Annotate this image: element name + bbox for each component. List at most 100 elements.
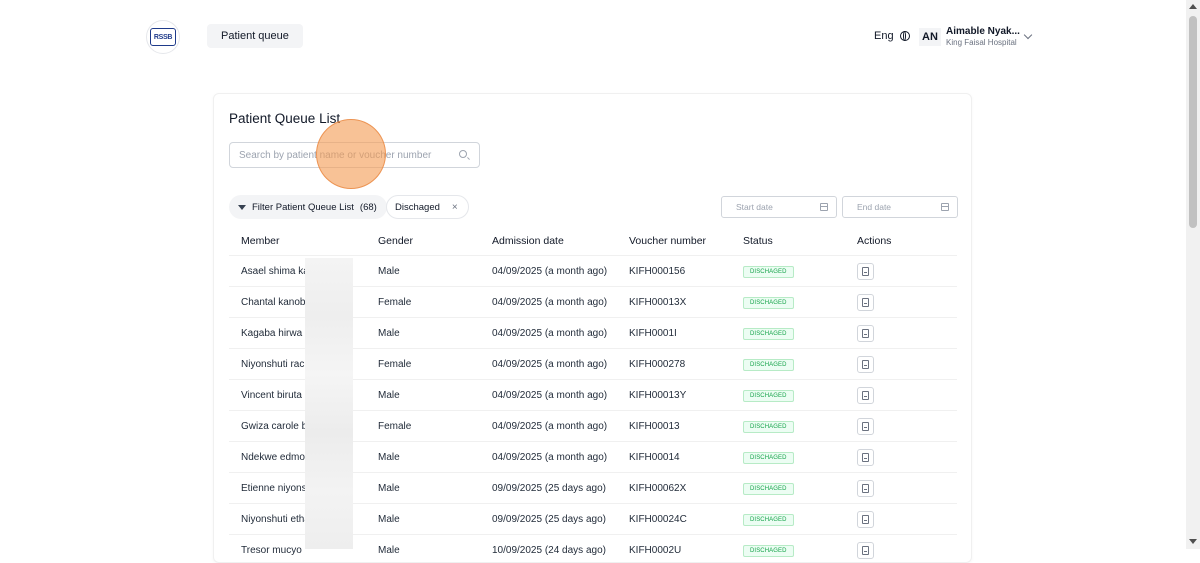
end-date-placeholder: End date [857,202,892,212]
chevron-down-icon[interactable] [1023,30,1033,40]
document-icon [862,545,869,555]
gender: Male [378,327,400,339]
scrollbar-thumb[interactable] [1189,16,1197,228]
status-badge: DISCHAGED [743,296,794,309]
view-document-button[interactable] [857,293,874,311]
status-cell: DISCHAGED [731,296,845,309]
page-scrollbar[interactable] [1186,0,1200,549]
voucher-number: KIFH00013 [629,420,680,432]
column-header-admission-date: Admission date [492,234,564,247]
document-icon [862,297,869,307]
actions-cell [845,417,957,435]
search-icon[interactable] [459,150,467,158]
filter-icon [238,204,246,210]
click-indicator [316,119,386,189]
view-document-button[interactable] [857,510,874,528]
status-badge: DISCHAGED [743,482,794,495]
calendar-icon [941,203,949,211]
active-filter-chip[interactable]: Dischaged × [386,195,469,219]
close-icon[interactable]: × [452,202,458,213]
actions-cell [845,262,957,280]
start-date-picker[interactable]: Start date [721,196,837,218]
status-cell: DISCHAGED [731,265,845,278]
view-document-button[interactable] [857,479,874,497]
column-header-member: Member [241,234,280,247]
document-icon [862,452,869,462]
page-title: Patient Queue List [229,111,341,126]
admission-date: 04/09/2025 (a month ago) [492,265,608,277]
status-cell: DISCHAGED [731,544,845,557]
filter-label: Filter Patient Queue List [252,201,354,213]
admission-date: 10/09/2025 (24 days ago) [492,544,606,556]
status-cell: DISCHAGED [731,482,845,495]
table-header: Member Gender Admission date Voucher num… [229,226,957,256]
gender: Female [378,296,412,308]
gender: Female [378,420,412,432]
view-document-button[interactable] [857,417,874,435]
column-header-status: Status [743,234,773,247]
view-document-button[interactable] [857,448,874,466]
scroll-down-arrow-icon[interactable] [1189,539,1197,544]
status-badge: DISCHAGED [743,513,794,526]
document-icon [862,390,869,400]
voucher-number: KIFH00014 [629,451,680,463]
gender: Male [378,513,400,525]
gender: Male [378,544,400,556]
voucher-number: KIFH00062X [629,482,687,494]
document-icon [862,483,869,493]
view-document-button[interactable] [857,324,874,342]
voucher-number: KIFH00013X [629,296,687,308]
document-icon [862,514,869,524]
status-cell: DISCHAGED [731,389,845,402]
active-filter-label: Dischaged [395,201,440,213]
admission-date: 04/09/2025 (a month ago) [492,451,608,463]
voucher-number: KIFH000156 [629,265,686,277]
admission-date: 04/09/2025 (a month ago) [492,420,608,432]
column-header-voucher-number: Voucher number [629,234,707,247]
language-label: Eng [874,30,894,42]
status-cell: DISCHAGED [731,451,845,464]
document-icon [862,359,869,369]
top-bar: RSSB Patient queue Eng AN Aimable Nyak..… [0,0,1186,70]
status-badge: DISCHAGED [743,451,794,464]
gender: Male [378,451,400,463]
scroll-up-arrow-icon[interactable] [1189,4,1197,9]
filter-count: (68) [359,201,377,213]
nav-patient-queue[interactable]: Patient queue [207,24,303,48]
actions-cell [845,355,957,373]
gender: Male [378,265,400,277]
filter-button[interactable]: Filter Patient Queue List (68) [229,195,387,219]
actions-cell [845,479,957,497]
status-cell: DISCHAGED [731,420,845,433]
view-document-button[interactable] [857,386,874,404]
column-header-actions: Actions [857,234,892,247]
status-badge: DISCHAGED [743,327,794,340]
voucher-number: KIFH00024C [629,513,687,525]
view-document-button[interactable] [857,541,874,559]
actions-cell [845,510,957,528]
gender: Male [378,482,400,494]
column-header-gender: Gender [378,234,414,247]
status-cell: DISCHAGED [731,327,845,340]
status-cell: DISCHAGED [731,513,845,526]
status-badge: DISCHAGED [743,389,794,402]
voucher-number: KIFH00013Y [629,389,687,401]
user-name[interactable]: Aimable Nyak... [946,26,1020,37]
avatar[interactable]: AN [919,28,941,46]
actions-cell [845,324,957,342]
gender: Male [378,389,400,401]
calendar-icon [820,203,828,211]
status-badge: DISCHAGED [743,358,794,371]
view-document-button[interactable] [857,262,874,280]
status-badge: DISCHAGED [743,420,794,433]
voucher-number: KIFH0002U [629,544,682,556]
gender: Female [378,358,412,370]
document-icon [862,328,869,338]
logo-text: RSSB [150,28,176,46]
rssb-logo[interactable]: RSSB [146,20,180,54]
actions-cell [845,448,957,466]
view-document-button[interactable] [857,355,874,373]
admission-date: 09/09/2025 (25 days ago) [492,513,606,525]
end-date-picker[interactable]: End date [842,196,958,218]
language-selector[interactable]: Eng [874,30,910,42]
